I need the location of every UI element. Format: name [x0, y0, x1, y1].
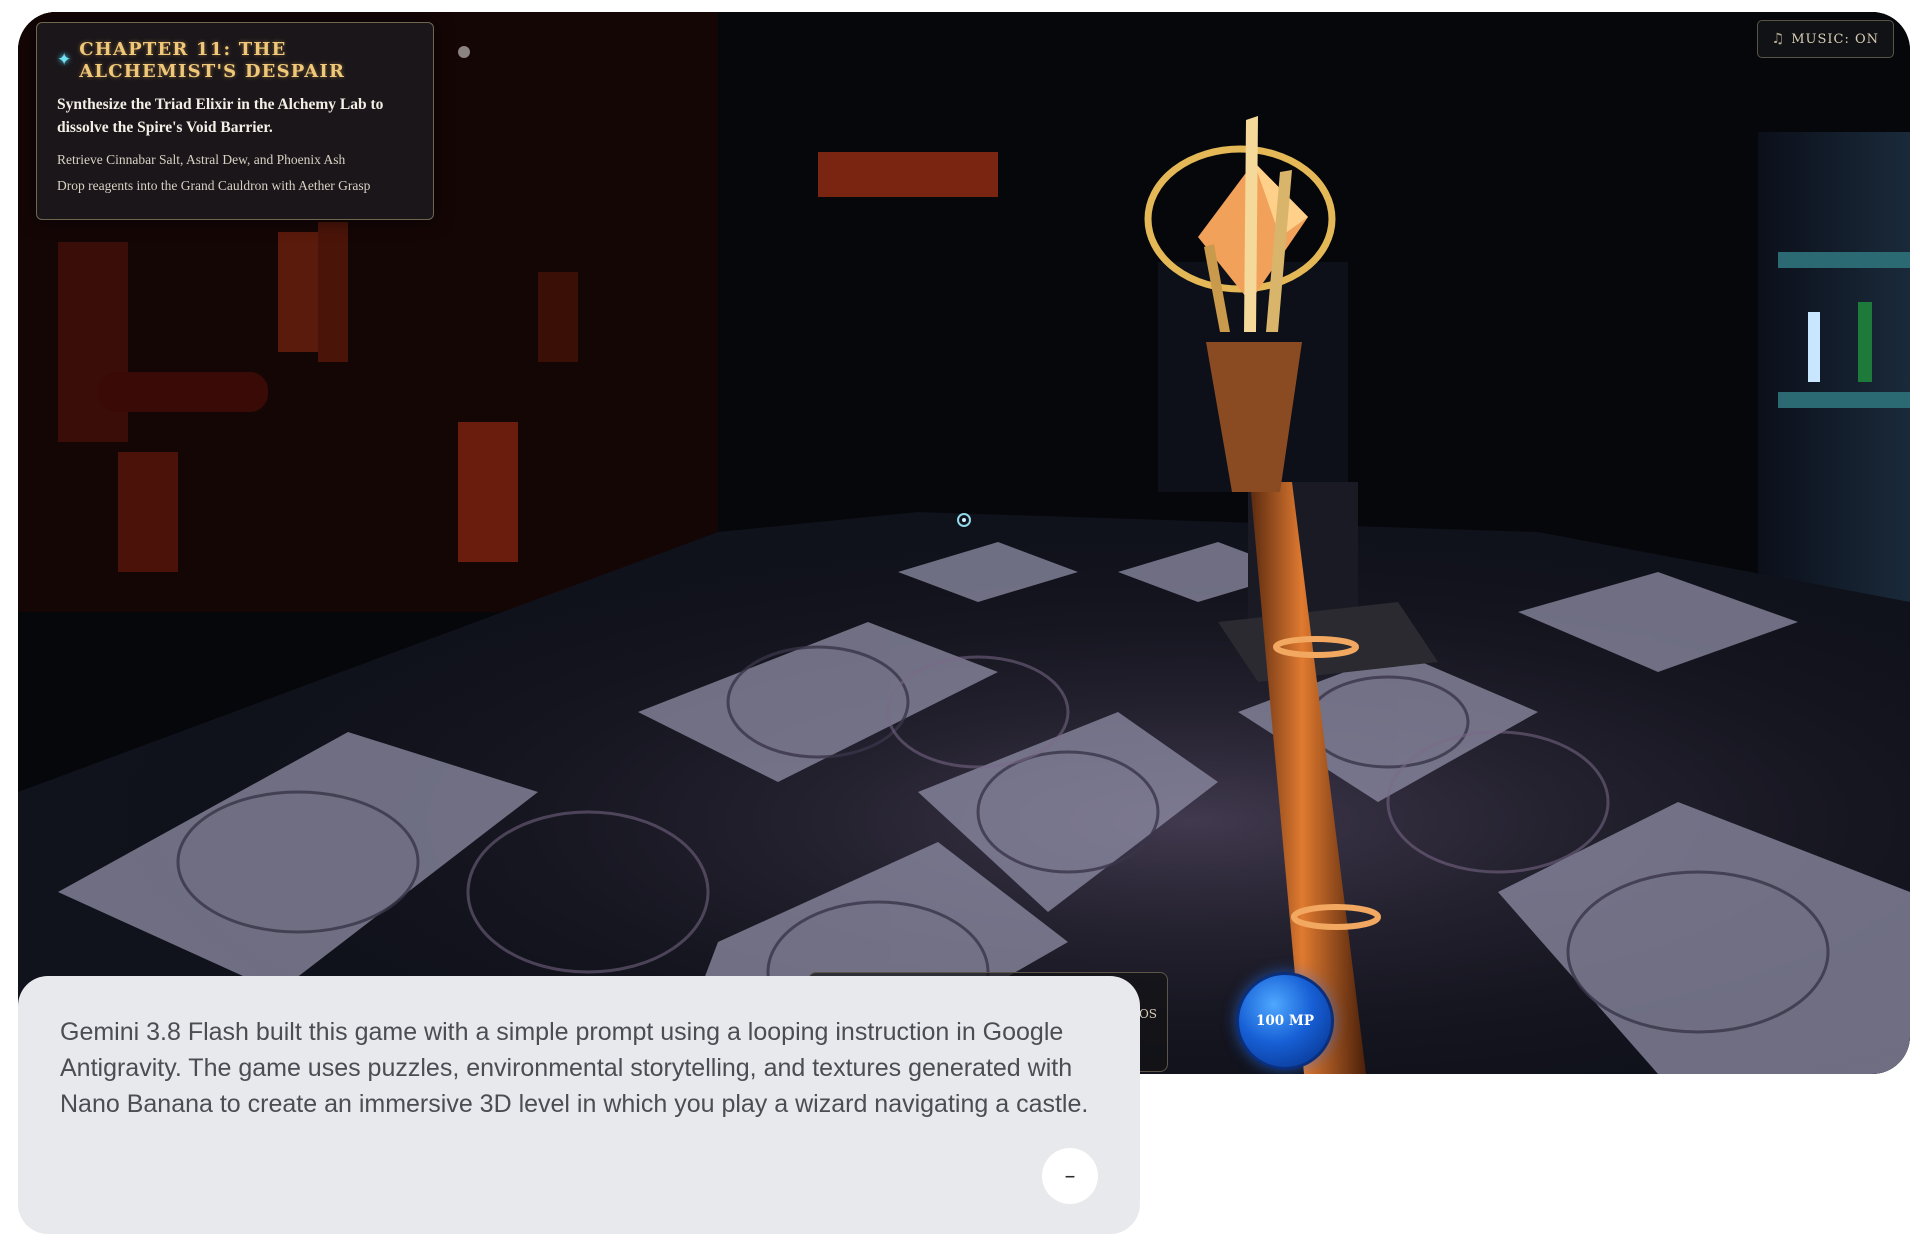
mana-label: 100 MP [1256, 1013, 1314, 1029]
music-note-icon: ♫ [1771, 31, 1786, 47]
collapse-button[interactable]: – [1042, 1148, 1098, 1204]
minus-icon: – [1064, 1163, 1076, 1189]
music-toggle-label: MUSIC: ON [1791, 31, 1879, 47]
hotbar-label: OS [1138, 1007, 1157, 1021]
quest-objective: Synthesize the Triad Elixir in the Alche… [57, 96, 384, 136]
quest-step: Drop reagents into the Grand Cauldron wi… [57, 178, 371, 193]
mana-orb: 100 MP [1236, 972, 1334, 1070]
quest-step: Retrieve Cinnabar Salt, Astral Dew, and … [57, 152, 346, 167]
caption-card: Gemini 3.8 Flash built this game with a … [18, 976, 1140, 1234]
caption-text: Gemini 3.8 Flash built this game with a … [60, 1018, 1089, 1118]
music-toggle-button[interactable]: ♫ MUSIC: ON [1756, 20, 1894, 58]
quest-title-row: ✦ Chapter 11: The Alchemist's Despair [57, 39, 413, 83]
quest-panel: ✦ Chapter 11: The Alchemist's Despair Sy… [36, 22, 434, 220]
quest-title: Chapter 11: The Alchemist's Despair [79, 39, 346, 82]
sparkle-icon: ✦ [57, 50, 72, 70]
game-viewport[interactable]: ✦ Chapter 11: The Alchemist's Despair Sy… [18, 12, 1910, 1074]
quest-steps: Retrieve Cinnabar Salt, Astral Dew, and … [57, 149, 413, 197]
